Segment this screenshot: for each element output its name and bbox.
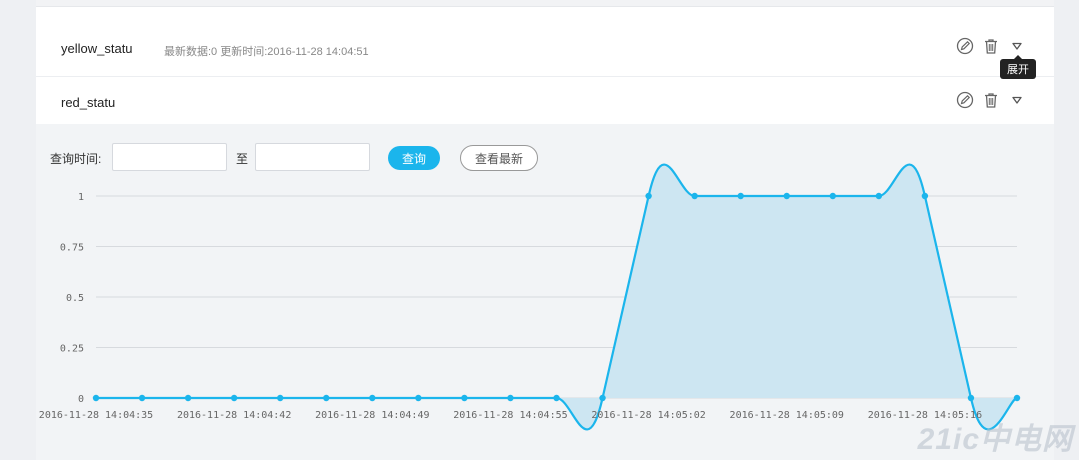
- expand-tooltip: 展开: [1000, 55, 1036, 79]
- data-point: [415, 394, 422, 402]
- sensor-name: red_statu: [61, 95, 116, 110]
- data-point: [1013, 394, 1021, 402]
- data-point: [138, 394, 146, 402]
- sensor-meta: 最新数据:0 更新时间:2016-11-28 14:04:51: [164, 46, 369, 58]
- list-item: red_statu: [36, 76, 1054, 124]
- list-item: yellow_statu 最新数据:0 更新时间:2016-11-28 14:0…: [36, 22, 1054, 77]
- data-point: [230, 394, 238, 402]
- status-chart: 0 0.25 0.5 0.75 1 2016-11-28 14:04:35 2016-11-…: [39, 163, 1021, 431]
- x-tick-label: 2016-11-28 14:04:42: [177, 410, 291, 421]
- data-point: [92, 394, 100, 402]
- data-point: [783, 192, 790, 200]
- device-card: yellow_statu 最新数据:0 更新时间:2016-11-28 14:0…: [36, 0, 1054, 460]
- caret-down-icon[interactable]: [1008, 37, 1026, 55]
- data-point: [921, 192, 929, 200]
- data-point: [277, 394, 284, 402]
- data-point: [553, 394, 560, 402]
- x-tick-label: 2016-11-28 14:04:55: [453, 410, 567, 421]
- previous-item-strip: [36, 0, 1054, 7]
- caret-down-icon[interactable]: [1008, 91, 1026, 109]
- data-point: [461, 394, 468, 402]
- query-panel: 查询时间: 至 查询 查看最新 0 0.25 0.5 0.75 1 2016-11-28 …: [36, 124, 1054, 460]
- data-point: [875, 192, 883, 200]
- data-point: [829, 192, 836, 200]
- data-point: [507, 394, 514, 402]
- data-point: [967, 394, 975, 402]
- x-tick-label: 2016-11-28 14:04:49: [315, 410, 429, 421]
- data-point: [599, 394, 606, 402]
- data-point: [645, 192, 652, 200]
- y-tick-label: 0.75: [60, 243, 84, 254]
- sensor-name: yellow_statu: [61, 41, 133, 56]
- x-tick-label: 2016-11-28 14:04:35: [39, 410, 153, 421]
- trash-icon[interactable]: [982, 91, 1000, 109]
- y-tick-label: 0.5: [66, 293, 84, 304]
- row-actions: [956, 88, 1026, 112]
- y-tick-label: 1: [78, 192, 84, 203]
- data-point: [323, 394, 330, 402]
- data-point: [691, 192, 698, 200]
- x-tick-label: 2016-11-28 14:05:02: [591, 410, 705, 421]
- y-tick-label: 0.25: [60, 344, 84, 355]
- data-point: [184, 394, 192, 402]
- x-tick-label: 2016-11-28 14:05:09: [730, 410, 844, 421]
- edit-icon[interactable]: [956, 91, 974, 109]
- edit-icon[interactable]: [956, 37, 974, 55]
- site-watermark: 21ic中电网: [917, 423, 1073, 456]
- data-point: [369, 394, 376, 402]
- trash-icon[interactable]: [982, 37, 1000, 55]
- y-tick-label: 0: [78, 394, 84, 405]
- data-point: [737, 192, 744, 200]
